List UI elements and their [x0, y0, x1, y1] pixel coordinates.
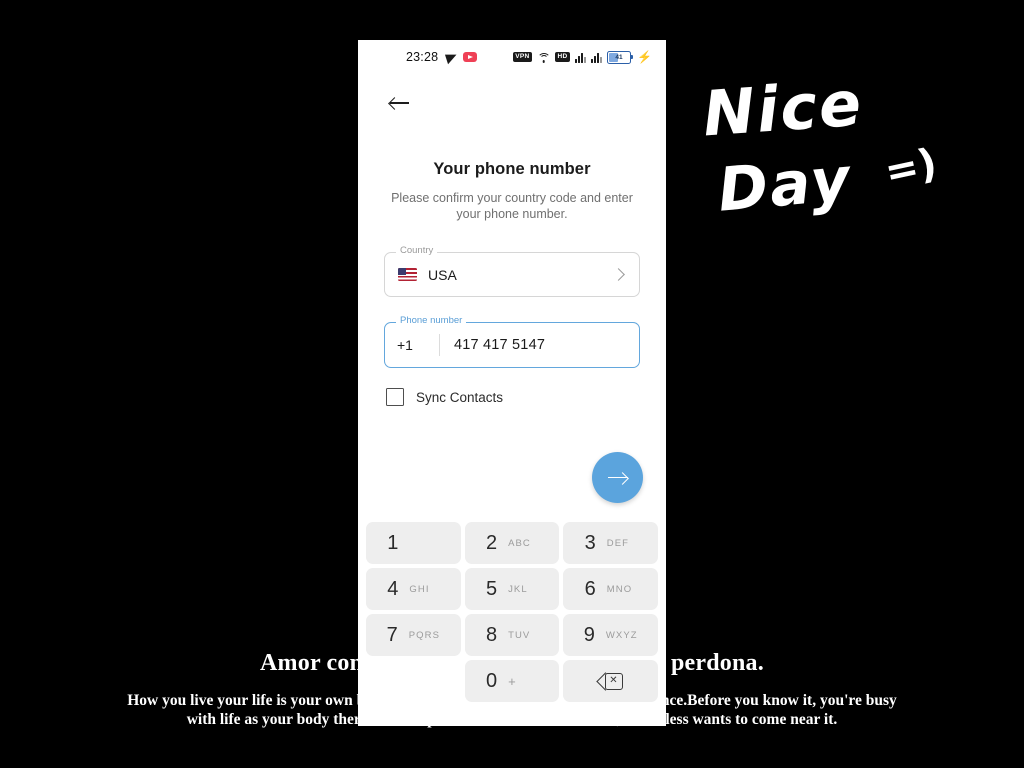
keypad-key-letters: +	[508, 673, 516, 689]
wifi-icon	[537, 52, 551, 63]
us-flag-icon	[398, 267, 417, 282]
keypad-key-digit: 4	[387, 577, 399, 600]
status-bar: 23:28 VPN HD 41 ⚡	[358, 40, 666, 74]
page-subtitle: Please confirm your country code and ent…	[391, 191, 633, 221]
telegram-icon	[445, 49, 459, 65]
country-code-prefix: +1	[397, 337, 413, 353]
field-divider	[439, 334, 440, 356]
keypad-key-2[interactable]: 2 ABC	[464, 522, 560, 564]
keypad-key-8[interactable]: 8 TUV	[464, 614, 560, 656]
phone-field-label: Phone number	[396, 315, 467, 325]
hd-badge-icon: HD	[555, 52, 571, 62]
sync-contacts-label: Sync Contacts	[416, 389, 504, 405]
keypad-key-digit: 0	[485, 669, 498, 692]
keypad-key-4[interactable]: 4 GHI	[366, 568, 461, 610]
keypad-row: 0 + ✕	[366, 660, 659, 702]
keypad-row: 7 PQRS 8 TUV 9 WXYZ	[366, 614, 659, 656]
back-arrow-icon	[389, 96, 409, 110]
arrow-right-icon	[607, 471, 628, 485]
page-title: Your phone number	[433, 160, 591, 178]
youtube-icon	[463, 52, 478, 62]
handwriting-smiley: =)	[880, 140, 942, 196]
numeric-keypad: 1 2 ABC 3 DEF 4 GHI 5 JKL 6 MNO 7 PQRS 8 TUV 9 WXYZ 0 + ✕	[358, 522, 666, 714]
keypad-key-digit: 3	[584, 531, 596, 554]
battery-icon: 41	[607, 50, 634, 64]
keypad-key-letters: PQRS	[408, 629, 441, 641]
keypad-key-letters: ABC	[508, 537, 531, 549]
keypad-key-letters: TUV	[508, 629, 531, 641]
keypad-key-digit: 1	[387, 531, 399, 554]
keypad-key-6[interactable]: 6 MNO	[563, 568, 659, 610]
chevron-right-icon	[612, 268, 625, 281]
keypad-key-digit: 8	[485, 623, 498, 646]
back-button[interactable]	[384, 88, 414, 118]
app-content: Your phone number Please confirm your co…	[358, 88, 666, 406]
keypad-key-1[interactable]: 1	[366, 522, 461, 564]
phone-number-input[interactable]: Phone number +1 417 417 5147	[384, 315, 640, 368]
keypad-row: 1 2 ABC 3 DEF	[366, 522, 659, 564]
next-button[interactable]	[592, 452, 643, 503]
keypad-key-letters: WXYZ	[605, 629, 638, 641]
keypad-key-digit: 7	[386, 623, 398, 646]
lightning-bolt-icon: ⚡	[637, 50, 652, 64]
keypad-key-7[interactable]: 7 PQRS	[366, 614, 461, 656]
keypad-key-letters: MNO	[606, 583, 633, 595]
sync-contacts-checkbox[interactable]	[386, 388, 404, 406]
signal-bars-icon-sim1	[575, 52, 587, 63]
keypad-key-3[interactable]: 3 DEF	[563, 522, 659, 564]
backspace-icon: ✕	[595, 672, 623, 691]
keypad-key-letters: GHI	[409, 583, 430, 595]
keypad-key-9[interactable]: 9 WXYZ	[563, 614, 659, 656]
battery-percent-label: 41	[615, 53, 623, 61]
handwriting-day: Day	[715, 144, 855, 226]
status-clock: 23:28	[406, 50, 439, 64]
handwriting-nice: Nice	[700, 66, 866, 151]
signal-bars-icon-sim2	[591, 52, 603, 63]
keypad-row: 4 GHI 5 JKL 6 MNO	[366, 568, 659, 610]
phone-screen: 23:28 VPN HD 41 ⚡ Your phone number Plea…	[358, 40, 666, 726]
country-selector[interactable]: Country USA	[384, 246, 640, 297]
keypad-key-digit: 6	[584, 577, 596, 600]
country-field-label: Country	[396, 246, 438, 256]
keypad-key-digit: 5	[485, 577, 498, 600]
keypad-key-digit: 2	[485, 531, 498, 554]
keypad-key-digit: 9	[583, 623, 595, 646]
keypad-key-backspace[interactable]: ✕	[563, 660, 659, 702]
keypad-key-letters: JKL	[508, 583, 528, 595]
keypad-key-blank	[366, 660, 461, 702]
status-notification-icons	[445, 49, 478, 65]
status-system-icons: VPN HD 41 ⚡	[512, 50, 652, 64]
keypad-key-letters: DEF	[606, 537, 630, 549]
phone-number-value: 417 417 5147	[454, 337, 546, 353]
keypad-key-5[interactable]: 5 JKL	[464, 568, 560, 610]
country-value: USA	[428, 266, 457, 283]
keypad-key-0[interactable]: 0 +	[464, 660, 560, 702]
vpn-badge-icon: VPN	[512, 52, 533, 62]
sync-contacts-row[interactable]: Sync Contacts	[384, 388, 640, 406]
